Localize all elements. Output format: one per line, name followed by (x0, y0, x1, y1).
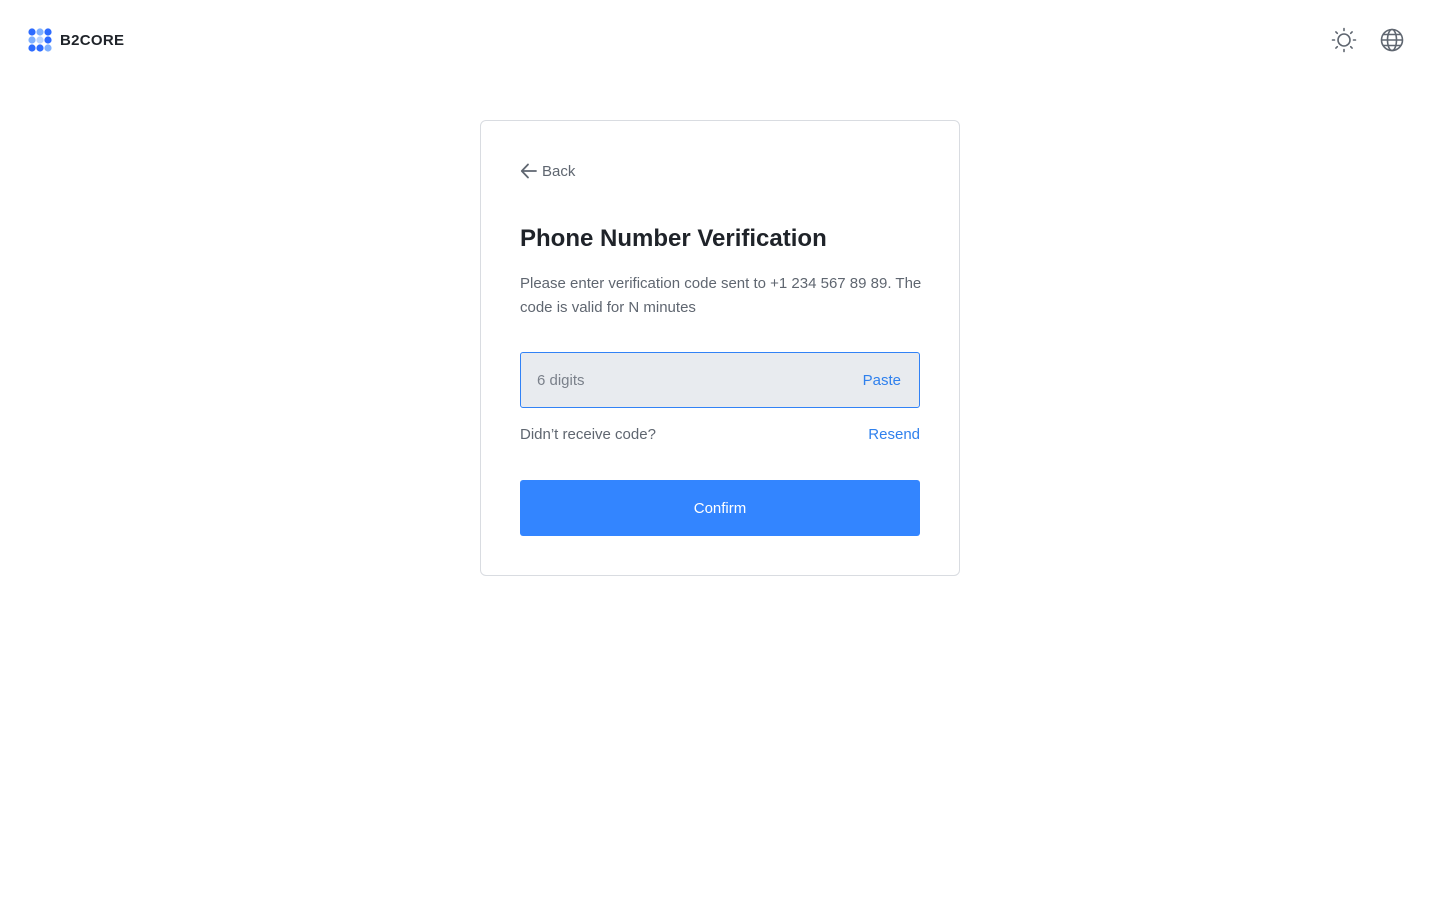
paste-button[interactable]: Paste (863, 372, 901, 389)
confirm-button[interactable]: Confirm (520, 480, 920, 536)
language-button[interactable] (1378, 26, 1406, 54)
verification-card: Back Phone Number Verification Please en… (480, 120, 960, 576)
resend-question: Didn’t receive code? (520, 426, 656, 443)
page-title: Phone Number Verification (520, 225, 827, 252)
b2core-logo-icon (28, 28, 52, 52)
globe-icon (1380, 28, 1404, 52)
back-button[interactable]: Back (520, 162, 575, 180)
back-label: Back (542, 162, 576, 180)
top-bar: B2CORE (0, 0, 1440, 80)
verification-code-input[interactable] (521, 353, 863, 407)
verification-description: Please enter verification code sent to +… (520, 275, 922, 316)
resend-link[interactable]: Resend (868, 426, 920, 443)
resend-row: Didn’t receive code? Resend (520, 426, 920, 443)
sun-icon (1331, 27, 1357, 53)
theme-toggle-button[interactable] (1330, 26, 1358, 54)
code-input-field: Paste (520, 352, 920, 408)
arrow-left-icon (520, 163, 537, 179)
brand-logo[interactable]: B2CORE (28, 28, 124, 52)
brand-name: B2CORE (60, 31, 125, 49)
